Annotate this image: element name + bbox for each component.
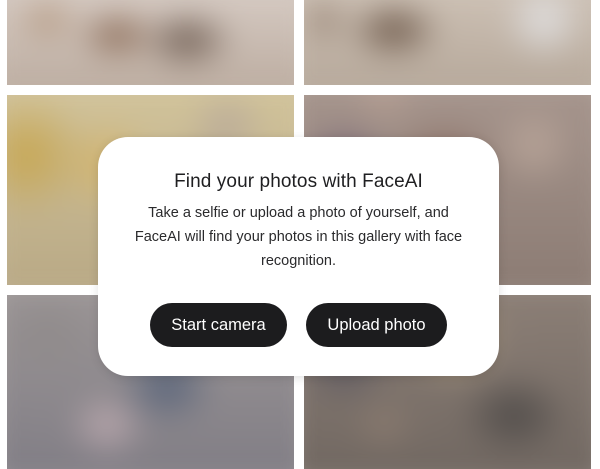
gallery-page: Find your photos with FaceAI Take a self…	[0, 0, 600, 469]
dialog-description: Take a selfie or upload a photo of yours…	[134, 205, 463, 269]
upload-photo-button[interactable]: Upload photo	[306, 303, 447, 347]
dialog-title: Find your photos with FaceAI	[174, 171, 423, 192]
faceai-dialog: Find your photos with FaceAI Take a self…	[98, 137, 499, 376]
gallery-photo[interactable]	[304, 0, 591, 85]
start-camera-button[interactable]: Start camera	[150, 303, 287, 347]
gallery-photo[interactable]	[7, 0, 294, 85]
